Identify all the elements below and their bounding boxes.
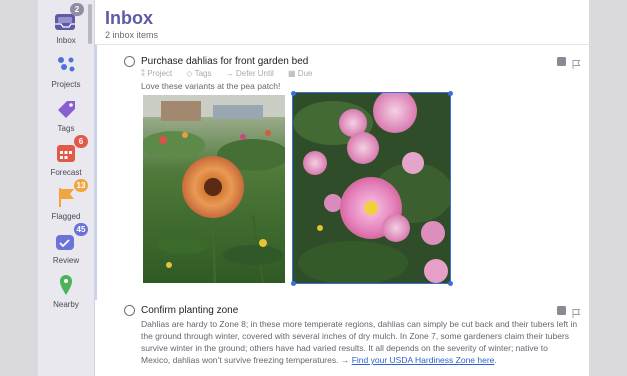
task-title[interactable]: Confirm planting zone [141,305,238,316]
review-badge: 45 [74,223,88,236]
sidebar-item-flagged[interactable]: 13 Flagged [38,179,94,221]
resize-handle[interactable] [447,90,453,96]
sidebar-item-forecast[interactable]: 6 Forecast [38,135,94,177]
inbox-icon: 2 [52,3,84,34]
task-title[interactable]: Purchase dahlias for front garden bed [141,56,308,67]
page-title: Inbox [105,8,153,28]
usda-zone-link[interactable]: Find your USDA Hardiness Zone here [352,355,495,365]
flag-icon: 13 [52,179,88,210]
due-field-label: Due [297,69,313,78]
sidebar-item-inbox[interactable]: 2 Inbox [38,3,94,45]
defer-field-label: Defer Until [235,69,274,78]
app-window: 2 Inbox Projects Tags 6 Forecast 13 Flag… [38,0,589,376]
sidebar-item-tags[interactable]: Tags [38,96,94,133]
tags-field[interactable]: ◇ Tags [186,69,217,78]
resize-handle[interactable] [447,280,453,286]
review-icon: 45 [52,223,88,254]
due-field[interactable]: ▦ Due [288,69,318,78]
tags-field-label: Tags [194,69,212,78]
sidebar-item-label: Nearby [53,300,79,309]
page-header: Inbox 2 inbox items [95,0,589,45]
sidebar-item-review[interactable]: 45 Review [38,223,94,265]
defer-field[interactable]: → Defer Until [226,69,280,78]
tag-icon [52,96,80,122]
sidebar-item-projects[interactable]: Projects [38,52,94,89]
project-field[interactable]: ⁑ Project [141,69,178,78]
sidebar-item-label: Review [52,256,80,265]
sidebar-item-label: Forecast [50,168,82,177]
page-subtitle: 2 inbox items [105,30,159,40]
task-note[interactable]: Love these variants at the pea patch! [141,80,280,92]
task-checkbox[interactable] [124,56,135,67]
sidebar-item-nearby[interactable]: Nearby [38,272,94,309]
note-icon[interactable] [557,306,566,315]
inbox-badge: 2 [70,3,84,16]
dahlia-photo-pink[interactable] [292,92,451,284]
sidebar-item-label: Inbox [56,36,76,45]
projects-icon [52,52,80,78]
task-meta-fields: ⁑ Project ◇ Tags → Defer Until ▦ Due [141,69,324,78]
flagged-badge: 13 [74,179,88,192]
calendar-icon: 6 [52,135,88,166]
task-checkbox[interactable] [124,305,135,316]
flag-toggle-icon[interactable] [571,305,581,318]
project-field-label: Project [147,69,173,78]
resize-handle[interactable] [290,280,296,286]
resize-handle[interactable] [290,90,296,96]
location-pin-icon [52,272,80,298]
note-icon[interactable] [557,57,566,66]
sidebar-item-label: Projects [51,80,81,89]
sidebar-item-label: Tags [57,124,75,133]
task-note[interactable]: Dahlias are hardy to Zone 8; in these mo… [141,318,579,366]
task-note-end: . [494,355,497,365]
sidebar-item-label: Flagged [51,212,81,221]
flag-toggle-icon[interactable] [571,56,581,69]
main-content: Inbox 2 inbox items Purchase dahlias for… [95,0,589,376]
selection-edge-indicator [95,45,97,300]
forecast-badge: 6 [74,135,88,148]
dahlia-photo-orange[interactable] [143,95,285,283]
sidebar: 2 Inbox Projects Tags 6 Forecast 13 Flag… [38,0,95,376]
